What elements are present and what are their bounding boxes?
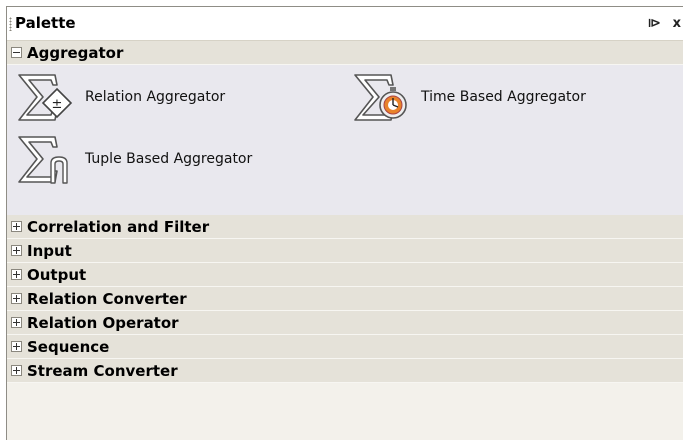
collapse-icon[interactable] — [11, 47, 22, 58]
aggregator-items: ± Relation Aggregator Time Based Aggrega… — [7, 65, 683, 215]
category-label: Aggregator — [27, 43, 124, 62]
palette-title: Palette — [15, 14, 76, 32]
expand-icon[interactable] — [11, 365, 22, 376]
item-label: Tuple Based Aggregator — [85, 151, 253, 167]
sigma-time-icon — [354, 74, 407, 121]
close-button[interactable]: x — [673, 14, 681, 34]
svg-text:±: ± — [52, 97, 63, 112]
category-input[interactable]: Input — [7, 239, 683, 263]
sigma-tuple-icon — [18, 136, 68, 184]
category-label: Stream Converter — [27, 361, 178, 380]
item-label: Time Based Aggregator — [421, 89, 586, 105]
palette-item-tuple-based-aggregator[interactable]: Tuple Based Aggregator — [13, 133, 252, 185]
drag-grip-icon[interactable] — [9, 17, 12, 31]
category-stream-converter[interactable]: Stream Converter — [7, 359, 683, 383]
category-correlation-and-filter[interactable]: Correlation and Filter — [7, 215, 683, 239]
palette-item-relation-aggregator[interactable]: ± Relation Aggregator — [13, 71, 225, 123]
category-output[interactable]: Output — [7, 263, 683, 287]
category-relation-operator[interactable]: Relation Operator — [7, 311, 683, 335]
expand-icon[interactable] — [11, 317, 22, 328]
minimize-button[interactable]: ⧐ — [647, 14, 661, 34]
sigma-relation-icon: ± — [18, 74, 73, 121]
expand-icon[interactable] — [11, 245, 22, 256]
palette-panel: Palette ⧐ x Aggregator ± Relation Aggreg… — [6, 6, 683, 440]
category-aggregator[interactable]: Aggregator — [7, 41, 683, 65]
category-label: Correlation and Filter — [27, 217, 210, 236]
category-label: Relation Converter — [27, 289, 187, 308]
category-sequence[interactable]: Sequence — [7, 335, 683, 359]
expand-icon[interactable] — [11, 221, 22, 232]
category-label: Input — [27, 241, 72, 260]
palette-item-time-based-aggregator[interactable]: Time Based Aggregator — [349, 71, 586, 123]
expand-icon[interactable] — [11, 341, 22, 352]
palette-titlebar: Palette ⧐ x — [7, 7, 683, 41]
category-relation-converter[interactable]: Relation Converter — [7, 287, 683, 311]
category-label: Relation Operator — [27, 313, 179, 332]
category-label: Output — [27, 265, 87, 284]
item-label: Relation Aggregator — [85, 89, 226, 105]
category-label: Sequence — [27, 337, 110, 356]
expand-icon[interactable] — [11, 293, 22, 304]
expand-icon[interactable] — [11, 269, 22, 280]
